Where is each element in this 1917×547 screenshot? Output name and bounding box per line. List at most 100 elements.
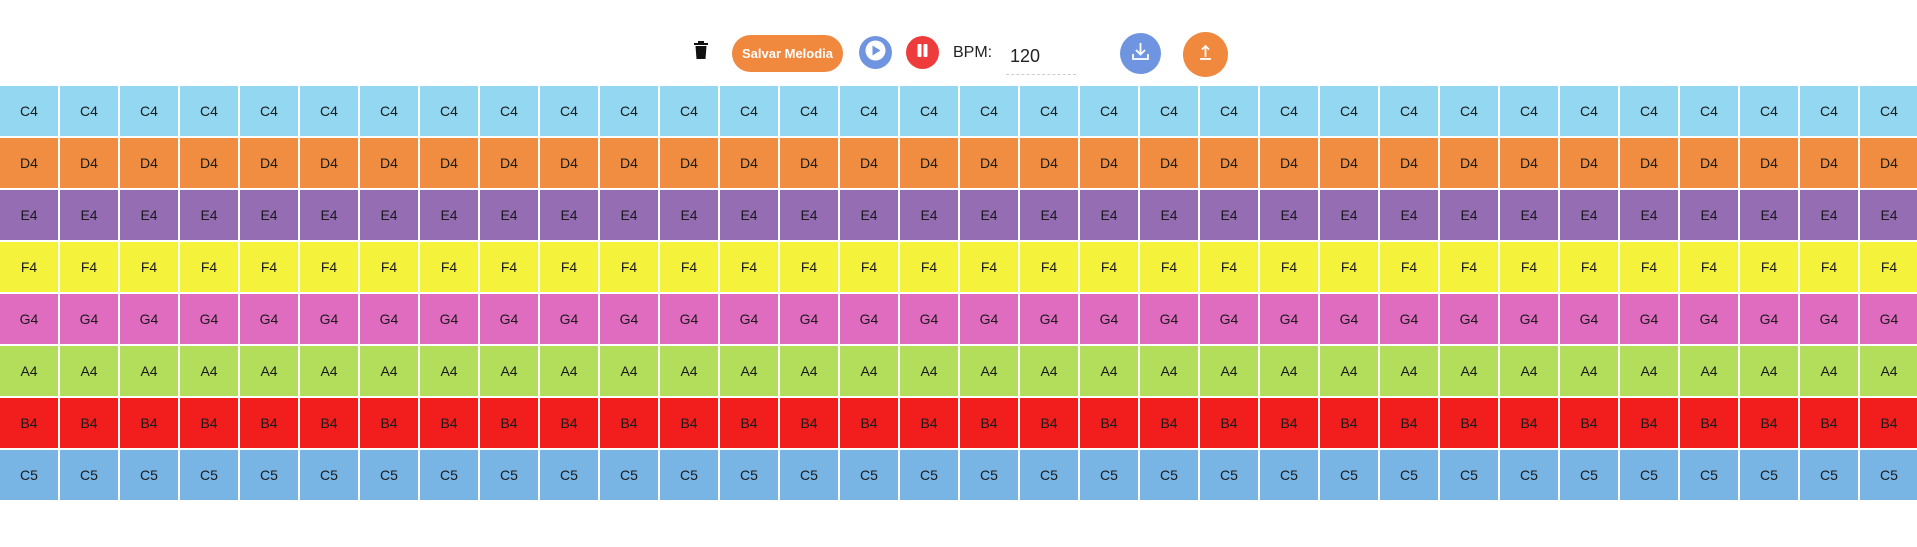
note-cell[interactable]: E4	[60, 190, 118, 240]
note-cell[interactable]: G4	[720, 294, 778, 344]
note-cell[interactable]: F4	[1740, 242, 1798, 292]
note-cell[interactable]: C5	[1020, 450, 1078, 500]
note-cell[interactable]: E4	[1080, 190, 1138, 240]
note-cell[interactable]: F4	[1200, 242, 1258, 292]
note-cell[interactable]: B4	[120, 398, 178, 448]
note-cell[interactable]: D4	[660, 138, 718, 188]
note-cell[interactable]: F4	[840, 242, 898, 292]
note-cell[interactable]: G4	[900, 294, 958, 344]
note-cell[interactable]: E4	[1140, 190, 1198, 240]
note-cell[interactable]: B4	[180, 398, 238, 448]
note-cell[interactable]: F4	[60, 242, 118, 292]
note-cell[interactable]: C4	[1680, 86, 1738, 136]
note-cell[interactable]: C5	[1140, 450, 1198, 500]
note-cell[interactable]: B4	[900, 398, 958, 448]
note-cell[interactable]: A4	[480, 346, 538, 396]
note-cell[interactable]: D4	[240, 138, 298, 188]
note-cell[interactable]: C4	[660, 86, 718, 136]
note-cell[interactable]: A4	[120, 346, 178, 396]
note-cell[interactable]: C5	[420, 450, 478, 500]
note-cell[interactable]: F4	[1320, 242, 1378, 292]
note-cell[interactable]: C5	[120, 450, 178, 500]
note-cell[interactable]: B4	[1500, 398, 1558, 448]
note-cell[interactable]: A4	[1740, 346, 1798, 396]
note-cell[interactable]: C4	[1380, 86, 1438, 136]
note-cell[interactable]: C4	[960, 86, 1018, 136]
note-cell[interactable]: E4	[1500, 190, 1558, 240]
note-cell[interactable]: C5	[1560, 450, 1618, 500]
note-cell[interactable]: D4	[1260, 138, 1318, 188]
note-cell[interactable]: B4	[1860, 398, 1917, 448]
note-cell[interactable]: G4	[1020, 294, 1078, 344]
note-cell[interactable]: E4	[780, 190, 838, 240]
note-cell[interactable]: E4	[1020, 190, 1078, 240]
note-cell[interactable]: A4	[1560, 346, 1618, 396]
note-cell[interactable]: B4	[1260, 398, 1318, 448]
note-cell[interactable]: A4	[180, 346, 238, 396]
note-cell[interactable]: G4	[1320, 294, 1378, 344]
note-cell[interactable]: D4	[600, 138, 658, 188]
note-cell[interactable]: F4	[1680, 242, 1738, 292]
note-cell[interactable]: B4	[1560, 398, 1618, 448]
note-cell[interactable]: G4	[1860, 294, 1917, 344]
note-cell[interactable]: G4	[1080, 294, 1138, 344]
note-cell[interactable]: D4	[1680, 138, 1738, 188]
note-cell[interactable]: C4	[1620, 86, 1678, 136]
note-cell[interactable]: C5	[360, 450, 418, 500]
note-cell[interactable]: A4	[900, 346, 958, 396]
note-cell[interactable]: F4	[900, 242, 958, 292]
note-cell[interactable]: G4	[480, 294, 538, 344]
note-cell[interactable]: C4	[420, 86, 478, 136]
note-cell[interactable]: B4	[1620, 398, 1678, 448]
note-cell[interactable]: C5	[1860, 450, 1917, 500]
pause-button[interactable]	[906, 36, 939, 69]
note-cell[interactable]: E4	[1200, 190, 1258, 240]
note-cell[interactable]: C4	[1500, 86, 1558, 136]
note-cell[interactable]: F4	[1620, 242, 1678, 292]
note-cell[interactable]: F4	[960, 242, 1018, 292]
note-cell[interactable]: C5	[1500, 450, 1558, 500]
note-cell[interactable]: F4	[0, 242, 58, 292]
note-cell[interactable]: D4	[900, 138, 958, 188]
note-cell[interactable]: D4	[780, 138, 838, 188]
note-cell[interactable]: G4	[1680, 294, 1738, 344]
note-cell[interactable]: B4	[1200, 398, 1258, 448]
note-cell[interactable]: E4	[240, 190, 298, 240]
note-cell[interactable]: G4	[360, 294, 418, 344]
note-cell[interactable]: D4	[420, 138, 478, 188]
note-cell[interactable]: D4	[1620, 138, 1678, 188]
note-cell[interactable]: G4	[1500, 294, 1558, 344]
note-cell[interactable]: C4	[360, 86, 418, 136]
note-cell[interactable]: E4	[900, 190, 958, 240]
note-cell[interactable]: C5	[540, 450, 598, 500]
note-cell[interactable]: C5	[1320, 450, 1378, 500]
note-cell[interactable]: D4	[60, 138, 118, 188]
note-cell[interactable]: F4	[240, 242, 298, 292]
note-cell[interactable]: D4	[960, 138, 1018, 188]
note-cell[interactable]: A4	[0, 346, 58, 396]
note-cell[interactable]: C4	[1080, 86, 1138, 136]
note-cell[interactable]: A4	[1200, 346, 1258, 396]
note-cell[interactable]: B4	[480, 398, 538, 448]
note-cell[interactable]: B4	[60, 398, 118, 448]
note-cell[interactable]: G4	[1200, 294, 1258, 344]
note-cell[interactable]: C4	[600, 86, 658, 136]
note-cell[interactable]: A4	[1080, 346, 1138, 396]
note-cell[interactable]: A4	[960, 346, 1018, 396]
note-cell[interactable]: C4	[1140, 86, 1198, 136]
note-cell[interactable]: E4	[720, 190, 778, 240]
note-cell[interactable]: G4	[1440, 294, 1498, 344]
note-cell[interactable]: B4	[420, 398, 478, 448]
note-cell[interactable]: E4	[1740, 190, 1798, 240]
note-cell[interactable]: D4	[720, 138, 778, 188]
clear-button[interactable]	[693, 40, 709, 62]
note-cell[interactable]: F4	[1080, 242, 1138, 292]
note-cell[interactable]: C4	[720, 86, 778, 136]
note-cell[interactable]: E4	[1620, 190, 1678, 240]
note-cell[interactable]: C5	[1080, 450, 1138, 500]
note-cell[interactable]: F4	[660, 242, 718, 292]
note-cell[interactable]: E4	[300, 190, 358, 240]
note-cell[interactable]: C4	[840, 86, 898, 136]
note-cell[interactable]: G4	[1620, 294, 1678, 344]
note-cell[interactable]: G4	[1740, 294, 1798, 344]
